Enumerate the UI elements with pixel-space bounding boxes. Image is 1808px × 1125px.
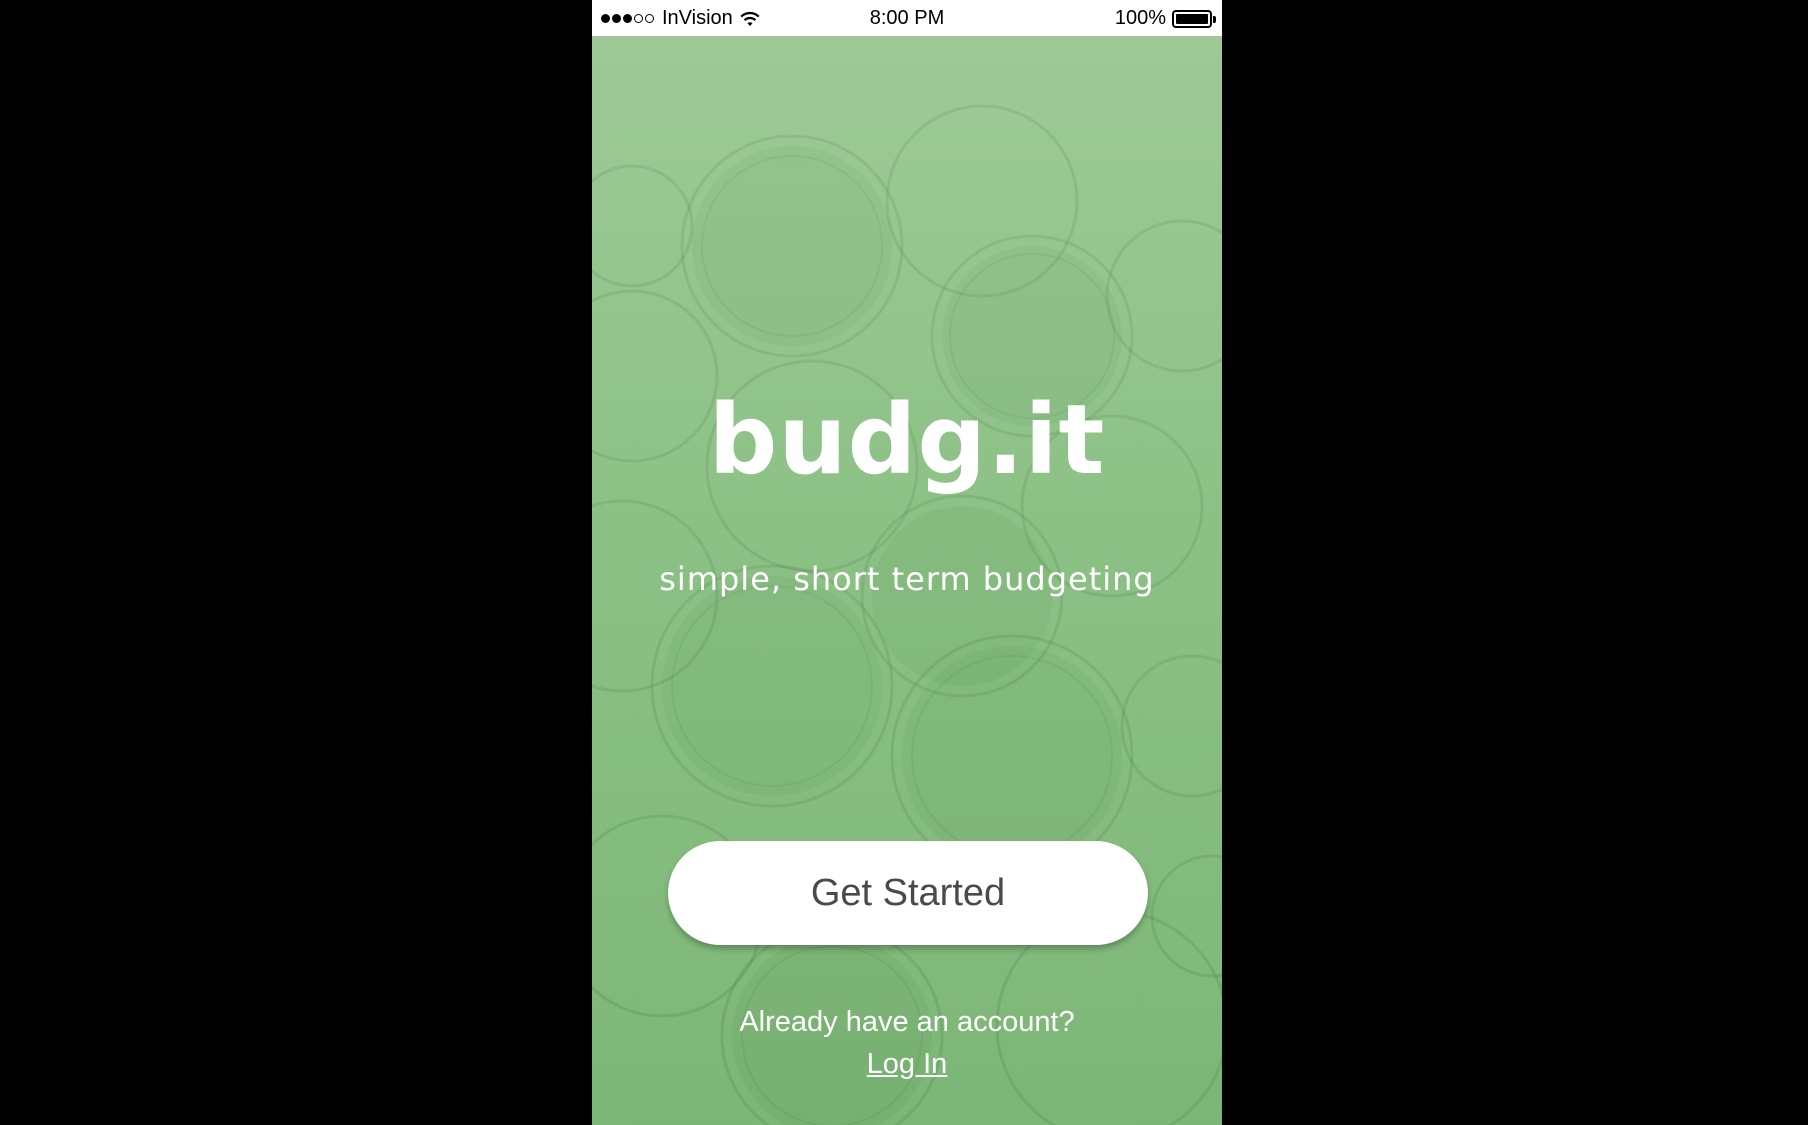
status-bar: InVision 8:00 PM 100%	[592, 0, 1222, 36]
battery-fill	[1176, 13, 1208, 24]
status-right: 100%	[1114, 7, 1216, 30]
account-prompt: Already have an account?	[739, 1006, 1075, 1038]
welcome-screen: budg.it simple, short term budgeting Get…	[592, 36, 1222, 1125]
battery-tip	[1213, 15, 1216, 23]
battery-percent: 100%	[1114, 7, 1166, 29]
app-tagline: simple, short term budgeting	[659, 560, 1155, 598]
app-title: budg.it	[708, 384, 1106, 496]
phone-frame: InVision 8:00 PM 100% budg.it simple, sh…	[592, 0, 1222, 1125]
login-link[interactable]: Log In	[592, 1048, 1222, 1081]
get-started-button[interactable]: Get Started	[668, 841, 1148, 945]
battery-icon	[1172, 9, 1216, 28]
